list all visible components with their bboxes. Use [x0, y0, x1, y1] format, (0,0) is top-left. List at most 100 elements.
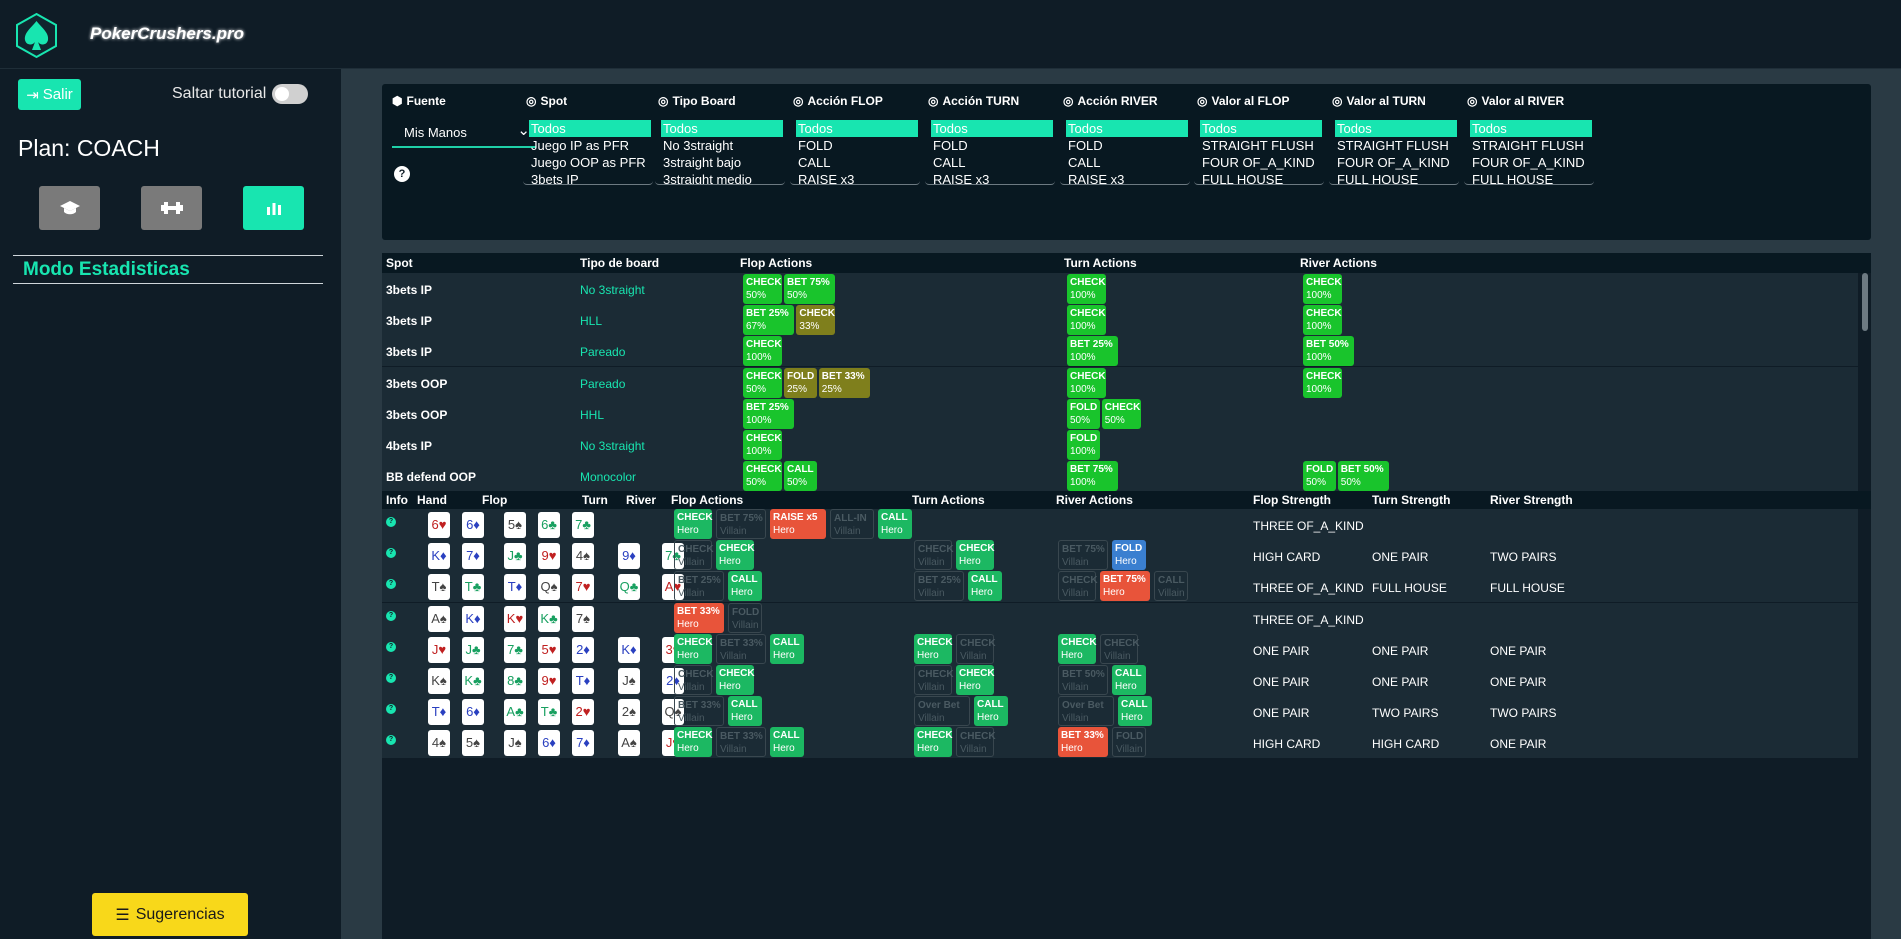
- hand-row[interactable]: ?4♠5♠J♠6♦7♦A♠J♥CHECKHeroBET 33%VillainCA…: [382, 727, 1858, 759]
- mode-train-button[interactable]: [141, 186, 202, 230]
- filter-option[interactable]: CALL: [790, 154, 920, 171]
- info-icon[interactable]: ?: [386, 641, 396, 652]
- hand-action-badge: CHECK Villain: [914, 540, 954, 571]
- filter-option[interactable]: Todos: [931, 120, 1053, 137]
- brand-name[interactable]: PokerCrushers.pro: [90, 24, 244, 44]
- playing-card: 2♦: [572, 636, 594, 663]
- filter-list-6[interactable]: Todos STRAIGHT FLUSH FOUR OF_A_KIND FULL HO…: [1329, 120, 1459, 185]
- filter-list-7[interactable]: Todos STRAIGHT FLUSH FOUR OF_A_KIND FULL HO…: [1464, 120, 1594, 185]
- filter-option[interactable]: FULL HOUSE: [1194, 171, 1324, 184]
- filter-option[interactable]: Todos: [661, 120, 783, 137]
- filter-option[interactable]: CALL: [925, 154, 1055, 171]
- col-river-strength: River Strength: [1490, 493, 1573, 507]
- hand-row[interactable]: ? A♠ K♦ K♥ K♣ 7♠ BET 33% Hero FOLD Villain THREE O…: [382, 602, 1858, 634]
- playing-card: 7♥: [572, 574, 594, 601]
- filter-list-0[interactable]: Todos Juego IP as PFR Juego OOP as PFR 3bet…: [523, 120, 653, 185]
- filter-list-3[interactable]: TodosFOLDCALLRAISE x3RAISE x5: [925, 120, 1055, 185]
- filter-option[interactable]: 3straight bajo: [655, 154, 785, 171]
- help-icon[interactable]: ?: [394, 166, 410, 182]
- filter-option[interactable]: RAISE x3: [925, 171, 1055, 184]
- filter-option[interactable]: Todos: [1066, 120, 1188, 137]
- action-badge: BET 25% 67%: [743, 305, 795, 336]
- col-flop-actions: Flop Actions: [740, 256, 813, 270]
- stats-row: 3bets IP No 3straight CHECK 50% BET 75% 50% CH…: [382, 273, 1858, 304]
- action-badge: CHECK 33%: [796, 305, 836, 336]
- filter-option[interactable]: Juego OOP as PFR: [523, 154, 653, 171]
- exit-button[interactable]: ⇥ Salir: [18, 79, 81, 110]
- filter-option[interactable]: CALL: [1060, 154, 1190, 171]
- hand-row[interactable]: ? T♠ T♣ T♦ Q♠ 7♥ Q♣ A♥ BET 25% Villain CALL Hero BET…: [382, 571, 1858, 603]
- mode-learn-button[interactable]: [39, 186, 100, 230]
- info-icon[interactable]: ?: [386, 548, 396, 559]
- playing-card: K♦: [462, 605, 484, 632]
- tutorial-toggle[interactable]: [272, 84, 308, 104]
- filter-option[interactable]: FOUR OF_A_KIND: [1464, 154, 1594, 171]
- filter-icon: ◎: [526, 94, 537, 108]
- hand-action-badge: CHECK Villain: [956, 633, 996, 664]
- playing-card: 4♠: [572, 543, 594, 570]
- hand-action-badge: CHECK Villain: [914, 665, 954, 695]
- hand-action-badge: CHECK Hero: [674, 633, 713, 664]
- filter-list-1[interactable]: Todos No 3straight 3straight bajo 3straight…: [655, 120, 785, 185]
- hand-row[interactable]: ? K♦ 7♦ J♣ 9♥ 4♠ 9♦ 7♣ CHECK Villain CHECK Hero CHEC…: [382, 540, 1858, 572]
- filter-option[interactable]: FOLD: [790, 137, 920, 154]
- playing-card: A♣: [504, 699, 526, 726]
- spot-name: 4bets IP: [386, 439, 433, 453]
- playing-card: K♥: [504, 605, 526, 632]
- filter-option[interactable]: STRAIGHT FLUSH: [1329, 137, 1459, 154]
- filter-option[interactable]: No 3straight: [655, 137, 785, 154]
- filter-option[interactable]: RAISE x3: [1060, 171, 1190, 184]
- hand-action-badge: CALL Hero: [974, 696, 1008, 727]
- filter-option[interactable]: FOUR OF_A_KIND: [1329, 154, 1459, 171]
- filter-list-4[interactable]: TodosFOLDCALLRAISE x3RAISE x5: [1060, 120, 1190, 185]
- info-icon[interactable]: ?: [386, 517, 396, 527]
- info-icon[interactable]: ?: [386, 610, 396, 621]
- suggestions-button[interactable]: ☰ Sugerencias: [92, 893, 248, 936]
- info-icon[interactable]: ?: [386, 704, 396, 715]
- playing-card: T♦: [428, 699, 450, 726]
- mode-stats-button[interactable]: [243, 186, 304, 230]
- hand-row[interactable]: ? K♠ K♣ 8♣ 9♥ T♦ J♠ 2♦ CHECK Villain CHECK Hero CHEC…: [382, 665, 1858, 696]
- filter-option[interactable]: STRAIGHT FLUSH: [1194, 137, 1324, 154]
- info-icon[interactable]: ?: [386, 735, 396, 746]
- filter-label-0: ◎ Spot: [526, 94, 568, 108]
- action-badge: FOLD 50%: [1067, 398, 1100, 429]
- info-icon[interactable]: ?: [386, 579, 396, 590]
- filter-option[interactable]: FULL HOUSE: [1329, 171, 1459, 184]
- filter-list-2[interactable]: TodosFOLDCALLRAISE x3RAISE x5: [790, 120, 920, 185]
- hand-strength: FULL HOUSE: [1372, 581, 1447, 596]
- filter-option[interactable]: Juego IP as PFR: [523, 137, 653, 154]
- filter-option[interactable]: Todos: [796, 120, 918, 137]
- filter-label-1: ◎ Tipo Board: [658, 94, 736, 108]
- filter-option[interactable]: FOLD: [925, 137, 1055, 154]
- filter-option[interactable]: Todos: [529, 120, 651, 137]
- stats-scrollbar[interactable]: [1862, 273, 1868, 331]
- tutorial-label: Saltar tutorial: [172, 85, 267, 102]
- filter-option[interactable]: Todos: [1200, 120, 1322, 137]
- hand-action-badge: BET 50% Villain: [1058, 665, 1108, 695]
- filter-option[interactable]: FOLD: [1060, 137, 1190, 154]
- logo-spade-icon: [16, 12, 57, 59]
- filter-option[interactable]: FULL HOUSE: [1464, 171, 1594, 184]
- hand-row[interactable]: ? 6♥ 6♦ 5♠ 6♣ 7♣ CHECK Hero BET 75% Villain RAISE …: [382, 509, 1858, 540]
- hand-action-badge: CALL Hero: [770, 727, 804, 758]
- action-badge: CHECK 100%: [1303, 274, 1342, 304]
- fuente-select[interactable]: Mis Manos: [392, 120, 536, 148]
- stats-row: BB defend OOP Monocolor CHECK 50% CALL 50% BET…: [382, 460, 1858, 492]
- filter-option[interactable]: Todos: [1335, 120, 1457, 137]
- filter-list-5[interactable]: Todos STRAIGHT FLUSH FOUR OF_A_KIND FULL HO…: [1194, 120, 1324, 185]
- filter-option[interactable]: FOUR OF_A_KIND: [1194, 154, 1324, 171]
- hand-row[interactable]: ?J♥J♣7♣5♥2♦K♦3♥CHECKHeroBET 33%VillainCA…: [382, 633, 1858, 665]
- filter-option[interactable]: STRAIGHT FLUSH: [1464, 137, 1594, 154]
- info-icon[interactable]: ?: [386, 673, 396, 683]
- filter-icon: ◎: [658, 94, 669, 108]
- filter-option[interactable]: RAISE x3: [790, 171, 920, 184]
- playing-card: 9♥: [538, 543, 560, 570]
- hand-row[interactable]: ? T♦ 6♦ A♣ T♣ 2♥ 2♠ Q♠ BET 33% Villain CALL Hero Ove…: [382, 696, 1858, 728]
- stats-table-header: Spot Tipo de board Flop Actions Turn Act…: [382, 253, 1871, 273]
- filter-option[interactable]: Todos: [1470, 120, 1592, 137]
- filter-option[interactable]: 3bets IP: [523, 171, 653, 184]
- filter-option[interactable]: 3straight medio: [655, 171, 785, 184]
- playing-card: 6♦: [462, 512, 484, 538]
- hand-action-badge: Over Bet Villain: [1058, 696, 1114, 727]
